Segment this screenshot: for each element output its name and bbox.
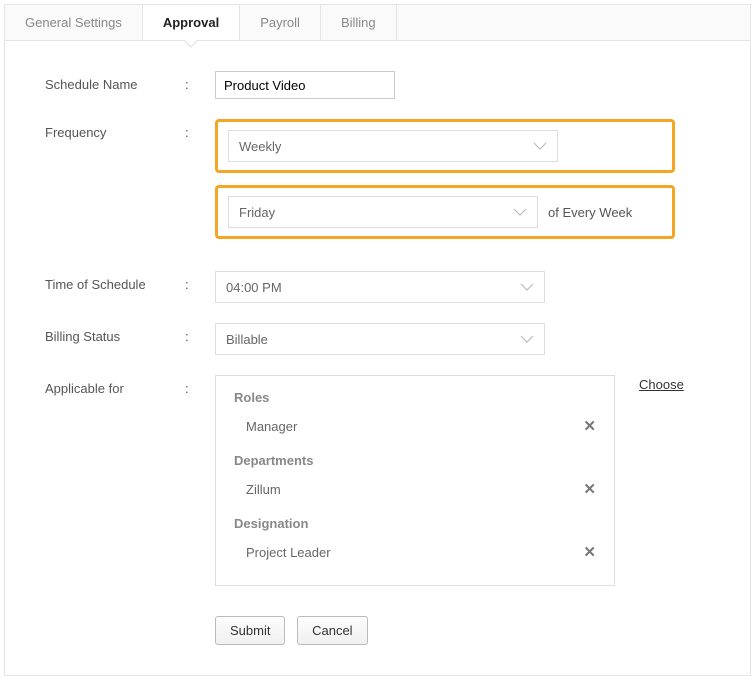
close-icon[interactable]: ✕ bbox=[583, 480, 596, 498]
day-highlight: Friday of Every Week bbox=[215, 185, 675, 239]
tab-billing[interactable]: Billing bbox=[321, 5, 397, 40]
frequency-select[interactable]: Weekly bbox=[228, 130, 558, 162]
label-frequency: Frequency bbox=[45, 119, 185, 140]
settings-panel: General Settings Approval Payroll Billin… bbox=[4, 4, 751, 676]
applicable-item: Project Leader ✕ bbox=[234, 539, 596, 565]
applicable-item: Zillum ✕ bbox=[234, 476, 596, 502]
label-schedule-name: Schedule Name bbox=[45, 71, 185, 92]
day-select[interactable]: Friday bbox=[228, 196, 538, 228]
colon: : bbox=[185, 119, 215, 140]
close-icon[interactable]: ✕ bbox=[583, 543, 596, 561]
choose-link[interactable]: Choose bbox=[639, 375, 684, 586]
chevron-down-icon bbox=[520, 335, 534, 343]
billing-status-value: Billable bbox=[226, 332, 268, 347]
approval-form: Schedule Name : Frequency : Weekly bbox=[5, 41, 750, 675]
applicable-item-label: Manager bbox=[246, 419, 297, 434]
day-suffix: of Every Week bbox=[548, 205, 632, 220]
chevron-down-icon bbox=[513, 208, 527, 216]
applicable-box: Roles Manager ✕ Departments Zillum ✕ Des… bbox=[215, 375, 615, 586]
billing-status-select[interactable]: Billable bbox=[215, 323, 545, 355]
applicable-item-label: Zillum bbox=[246, 482, 281, 497]
colon: : bbox=[185, 71, 215, 92]
schedule-name-input[interactable] bbox=[215, 71, 395, 99]
frequency-value: Weekly bbox=[239, 139, 281, 154]
colon: : bbox=[185, 323, 215, 344]
colon: : bbox=[185, 375, 215, 396]
label-billing-status: Billing Status bbox=[45, 323, 185, 344]
cancel-button[interactable]: Cancel bbox=[297, 616, 367, 645]
section-title-departments: Departments bbox=[234, 453, 596, 468]
submit-button[interactable]: Submit bbox=[215, 616, 285, 645]
form-buttons: Submit Cancel bbox=[215, 616, 720, 645]
tab-approval[interactable]: Approval bbox=[143, 5, 240, 40]
colon: : bbox=[185, 271, 215, 292]
section-title-designation: Designation bbox=[234, 516, 596, 531]
tab-payroll[interactable]: Payroll bbox=[240, 5, 321, 40]
applicable-item-label: Project Leader bbox=[246, 545, 331, 560]
time-value: 04:00 PM bbox=[226, 280, 282, 295]
chevron-down-icon bbox=[520, 283, 534, 291]
tabs-bar: General Settings Approval Payroll Billin… bbox=[5, 5, 750, 41]
close-icon[interactable]: ✕ bbox=[583, 417, 596, 435]
chevron-down-icon bbox=[533, 142, 547, 150]
day-value: Friday bbox=[239, 205, 275, 220]
label-time-of-schedule: Time of Schedule bbox=[45, 271, 185, 292]
applicable-item: Manager ✕ bbox=[234, 413, 596, 439]
tab-general-settings[interactable]: General Settings bbox=[5, 5, 143, 40]
label-applicable-for: Applicable for bbox=[45, 375, 185, 396]
section-title-roles: Roles bbox=[234, 390, 596, 405]
frequency-highlight: Weekly bbox=[215, 119, 675, 173]
time-select[interactable]: 04:00 PM bbox=[215, 271, 545, 303]
